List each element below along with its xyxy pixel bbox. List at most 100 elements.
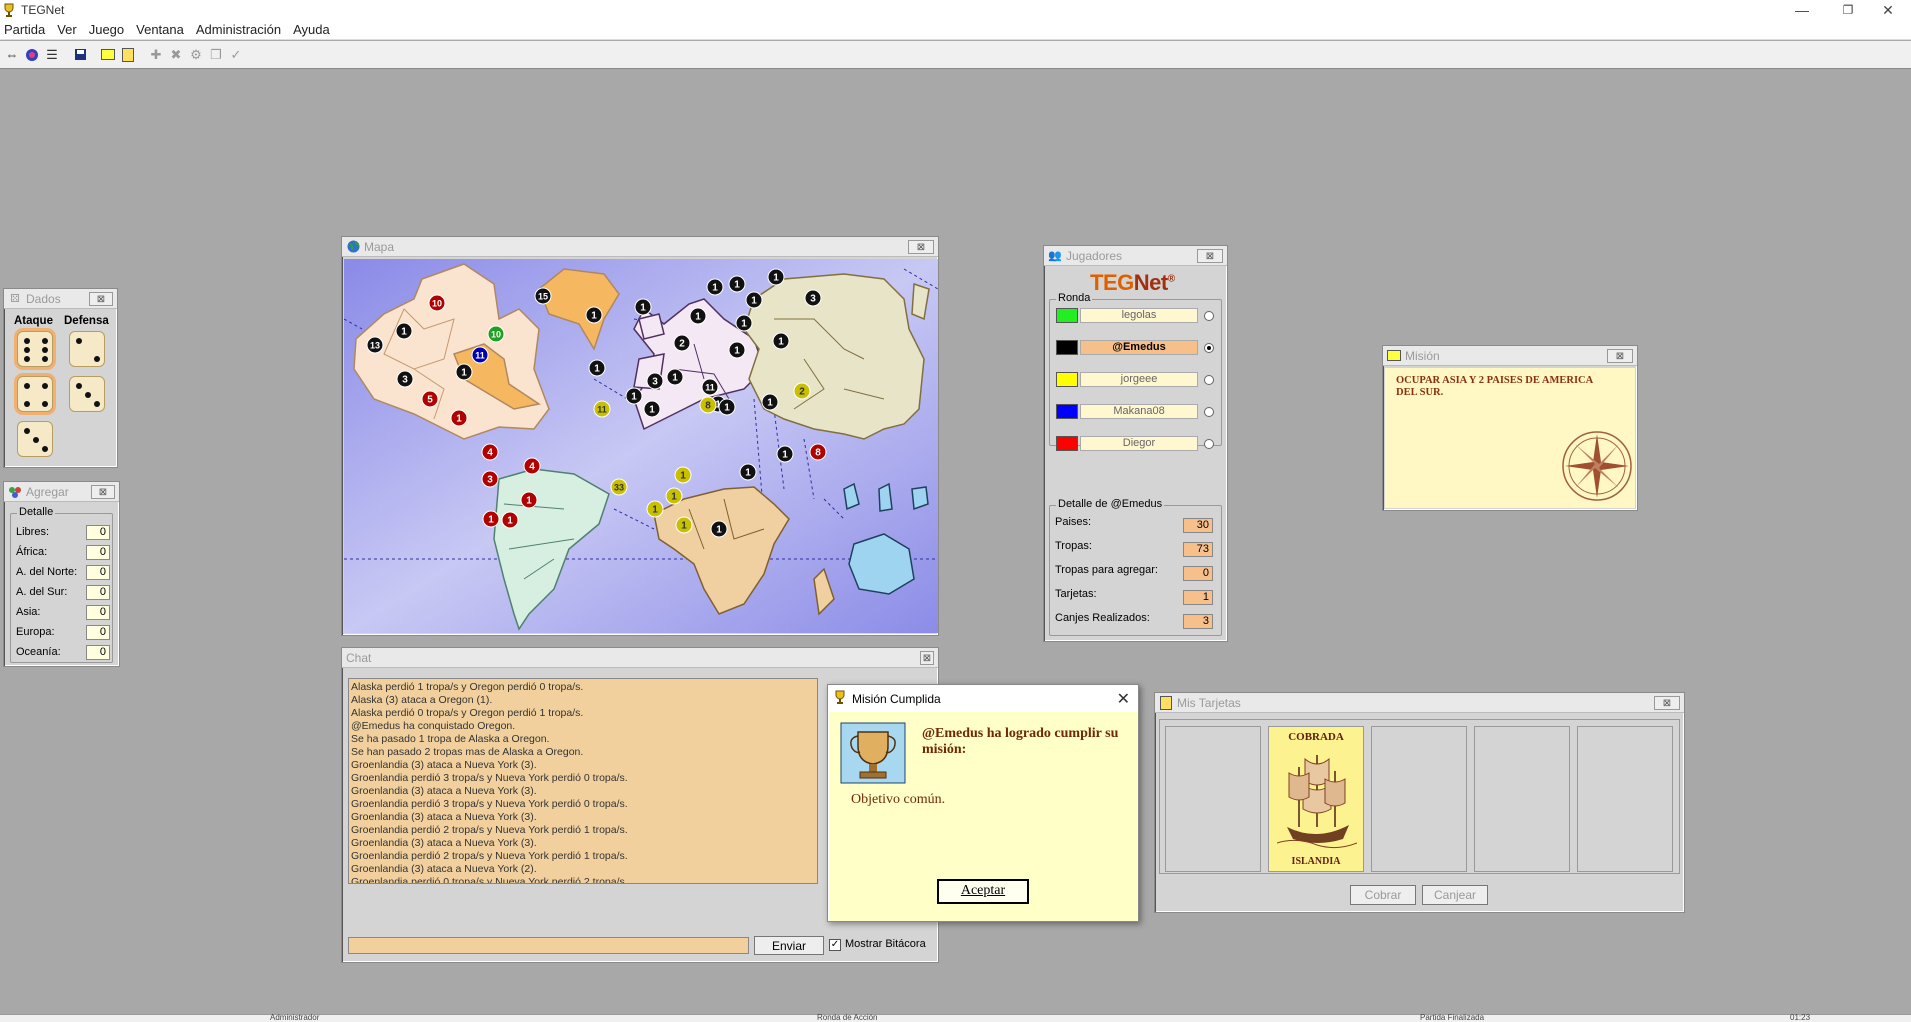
start-icon[interactable] <box>22 44 42 66</box>
player-radio[interactable] <box>1204 406 1214 417</box>
player-radio[interactable] <box>1204 342 1214 353</box>
army-token[interactable]: 8 <box>809 443 827 461</box>
army-token[interactable]: 1 <box>735 314 753 332</box>
mission-close-button[interactable]: ⊠ <box>1607 349 1633 363</box>
menu-ventana[interactable]: Ventana <box>136 22 184 37</box>
army-token[interactable]: 10 <box>428 294 446 312</box>
army-token[interactable]: 1 <box>625 387 643 405</box>
player-radio[interactable] <box>1204 310 1214 321</box>
army-token[interactable]: 1 <box>728 275 746 293</box>
settings-icon[interactable]: ⚙ <box>186 44 206 66</box>
army-token[interactable]: 1 <box>739 463 757 481</box>
menu-ayuda[interactable]: Ayuda <box>293 22 330 37</box>
add-close-button[interactable]: ⊠ <box>91 485 115 499</box>
army-token[interactable]: 11 <box>471 346 489 364</box>
army-token[interactable]: 13 <box>366 336 384 354</box>
menu-partida[interactable]: Partida <box>4 22 45 37</box>
army-token[interactable]: 1 <box>520 491 538 509</box>
army-token[interactable]: 1 <box>772 332 790 350</box>
check-icon[interactable]: ✓ <box>226 44 246 66</box>
army-token[interactable]: 1 <box>395 322 413 340</box>
close-button[interactable]: ✕ <box>1865 0 1911 20</box>
mission-icon[interactable] <box>98 44 118 66</box>
army-token[interactable]: 1 <box>776 445 794 463</box>
army-token[interactable]: 1 <box>710 520 728 538</box>
dialog-close-icon[interactable]: ✕ <box>1117 689 1130 709</box>
menu-juego[interactable]: Juego <box>89 22 124 37</box>
add-icon[interactable]: ✚ <box>146 44 166 66</box>
copy-icon[interactable]: ❐ <box>206 44 226 66</box>
list-icon[interactable]: ☰ <box>42 44 62 66</box>
add-row-value[interactable]: 0 <box>86 545 110 560</box>
army-token[interactable]: 1 <box>706 278 724 296</box>
player-row[interactable]: @Emedus <box>1056 339 1214 356</box>
army-token[interactable]: 4 <box>481 443 499 461</box>
army-token[interactable]: 3 <box>646 372 664 390</box>
add-row-value[interactable]: 0 <box>86 585 110 600</box>
army-token[interactable]: 15 <box>534 287 552 305</box>
player-row[interactable]: Diegor <box>1056 435 1214 452</box>
army-token[interactable]: 1 <box>666 368 684 386</box>
player-row[interactable]: Makana08 <box>1056 403 1214 420</box>
army-token[interactable]: 4 <box>523 457 541 475</box>
army-token[interactable]: 10 <box>487 325 505 343</box>
army-token[interactable]: 1 <box>674 466 692 484</box>
player-row[interactable]: jorgeee <box>1056 371 1214 388</box>
army-token[interactable]: 1 <box>761 393 779 411</box>
army-token[interactable]: 3 <box>804 289 822 307</box>
add-row-value[interactable]: 0 <box>86 605 110 620</box>
army-token[interactable]: 3 <box>396 370 414 388</box>
army-token[interactable]: 1 <box>689 307 707 325</box>
army-token[interactable]: 2 <box>793 382 811 400</box>
player-row[interactable]: legolas <box>1056 307 1214 324</box>
army-token[interactable]: 1 <box>482 510 500 528</box>
army-token[interactable]: 8 <box>699 396 717 414</box>
army-token[interactable]: 11 <box>593 400 611 418</box>
players-close-button[interactable]: ⊠ <box>1197 249 1223 263</box>
add-row-value[interactable]: 0 <box>86 645 110 660</box>
army-token[interactable]: 1 <box>455 363 473 381</box>
army-token[interactable]: 33 <box>610 478 628 496</box>
army-token[interactable]: 1 <box>646 500 664 518</box>
map-close-button[interactable]: ⊠ <box>908 240 934 254</box>
add-row-value[interactable]: 0 <box>86 565 110 580</box>
cards-close-button[interactable]: ⊠ <box>1654 696 1680 710</box>
dice-close-button[interactable]: ⊠ <box>89 292 113 306</box>
army-token[interactable]: 1 <box>634 298 652 316</box>
army-token[interactable]: 1 <box>745 291 763 309</box>
army-token[interactable]: 1 <box>588 359 606 377</box>
player-radio[interactable] <box>1204 374 1214 385</box>
army-token[interactable]: 1 <box>585 306 603 324</box>
army-token[interactable]: 1 <box>450 409 468 427</box>
world-map[interactable]: 10113311110155144311 1111213 111 1 1118 111 11… <box>344 259 938 633</box>
army-token[interactable]: 3 <box>481 470 499 488</box>
save-icon[interactable] <box>70 44 90 66</box>
add-row-value[interactable]: 0 <box>86 525 110 540</box>
exchange-button[interactable]: Canjear <box>1422 885 1488 905</box>
send-button[interactable]: Enviar <box>754 936 824 955</box>
army-token[interactable]: 2 <box>673 334 691 352</box>
army-token[interactable]: 1 <box>665 487 683 505</box>
add-row-value[interactable]: 0 <box>86 625 110 640</box>
chat-input[interactable] <box>348 937 749 954</box>
army-token[interactable]: 1 <box>501 511 519 529</box>
chat-log[interactable]: Alaska perdió 1 tropa/s y Oregon perdió … <box>348 678 818 884</box>
show-log-checkbox[interactable]: ✓ <box>829 939 841 951</box>
menu-ver[interactable]: Ver <box>57 22 77 37</box>
cards-icon[interactable] <box>118 44 138 66</box>
collect-button[interactable]: Cobrar <box>1350 885 1416 905</box>
card-islandia[interactable]: COBRADA ISLANDIA <box>1268 726 1364 872</box>
army-token[interactable]: 1 <box>767 268 785 286</box>
army-token[interactable]: 1 <box>728 341 746 359</box>
chat-close-button[interactable]: ⊠ <box>920 651 934 665</box>
army-token[interactable]: 1 <box>643 400 661 418</box>
menu-administracion[interactable]: Administración <box>196 22 281 37</box>
player-radio[interactable] <box>1204 438 1214 449</box>
accept-button[interactable]: Aceptar <box>937 879 1029 904</box>
connect-icon[interactable]: ⇔ <box>2 44 22 66</box>
remove-icon[interactable]: ✖ <box>166 44 186 66</box>
army-token[interactable]: 1 <box>675 516 693 534</box>
army-token[interactable]: 5 <box>421 390 439 408</box>
army-token[interactable]: 1 <box>718 398 736 416</box>
army-token[interactable]: 11 <box>701 378 719 396</box>
